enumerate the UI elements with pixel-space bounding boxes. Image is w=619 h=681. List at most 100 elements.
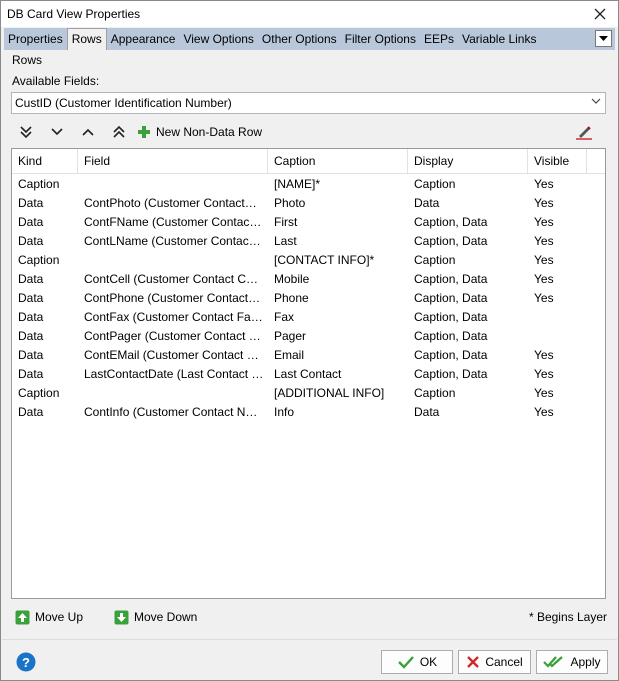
row-field: ContInfo (Customer Contact N… (84, 405, 258, 419)
tab-bar: Properties Rows Appearance View Options … (4, 28, 615, 50)
table-row[interactable]: Data ContPager (Customer Contact … Pager Ca… (12, 327, 605, 346)
row-display: Caption, Data (414, 329, 488, 343)
column-header-display[interactable]: Display (408, 149, 528, 174)
column-header-visible[interactable]: Visible (528, 149, 587, 174)
row-display: Caption, Data (414, 272, 488, 286)
row-field: ContPhone (Customer Contact… (84, 291, 261, 305)
row-display: Caption, Data (414, 348, 488, 362)
row-kind: Data (18, 405, 44, 419)
table-row[interactable]: Data ContEMail (Customer Contact … Email Ca… (12, 346, 605, 365)
row-field: ContEMail (Customer Contact … (84, 348, 259, 362)
row-kind: Caption (18, 386, 60, 400)
tab-appearance[interactable]: Appearance (107, 28, 180, 50)
row-display: Caption, Data (414, 291, 488, 305)
new-non-data-row-button[interactable]: New Non-Data Row (137, 122, 262, 142)
edit-pen-icon[interactable] (573, 122, 595, 142)
row-visible: Yes (534, 196, 554, 210)
column-header-kind[interactable]: Kind (12, 149, 78, 174)
rows-grid[interactable]: Kind Field Caption Display Visible Capti… (11, 148, 606, 599)
dialog-window: DB Card View Properties Properties Rows … (0, 0, 619, 681)
check-icon (397, 656, 414, 669)
row-visible (528, 308, 588, 327)
move-down-button[interactable]: Move Down (114, 608, 197, 626)
move-down-icon[interactable] (46, 122, 68, 142)
window-title: DB Card View Properties (7, 7, 141, 21)
row-kind: Data (18, 196, 44, 210)
plus-icon (138, 126, 150, 138)
help-icon[interactable]: ? (16, 652, 36, 672)
move-up-icon[interactable] (77, 122, 99, 142)
move-up-button[interactable]: Move Up (15, 608, 83, 626)
apply-button[interactable]: Apply (536, 650, 608, 674)
move-to-top-icon[interactable] (108, 122, 130, 142)
row-visible: Yes (534, 253, 554, 267)
grid-body: Caption [NAME]* Caption Yes Data ContPhoto (C… (12, 175, 605, 422)
tab-properties[interactable]: Properties (4, 28, 67, 50)
row-kind: Data (18, 310, 44, 324)
ok-button[interactable]: OK (381, 650, 453, 674)
tab-overflow-dropdown[interactable] (595, 30, 612, 47)
row-field: LastContactDate (Last Contact … (84, 367, 264, 381)
row-visible: Yes (534, 348, 554, 362)
row-caption: Info (274, 405, 295, 419)
tab-filter-options[interactable]: Filter Options (341, 28, 420, 50)
close-icon[interactable] (588, 3, 612, 25)
table-row[interactable]: Data ContFName (Customer Contac… First Capt… (12, 213, 605, 232)
new-non-data-row-label: New Non-Data Row (156, 125, 263, 139)
row-kind: Data (18, 329, 44, 343)
tab-rows[interactable]: Rows (66, 28, 107, 50)
tab-other-options[interactable]: Other Options (258, 28, 341, 50)
row-display: Caption, Data (414, 215, 488, 229)
bottom-actions: Move Up Move Down * Begins Layer (15, 608, 607, 628)
tab-eeps[interactable]: EEPs (420, 28, 458, 50)
row-field: ContFName (Customer Contac… (84, 215, 262, 229)
grid-header: Kind Field Caption Display Visible (12, 149, 605, 174)
row-visible: Yes (534, 386, 554, 400)
row-field (78, 175, 268, 194)
row-kind: Data (18, 272, 44, 286)
move-up-label: Move Up (35, 610, 84, 624)
column-header-caption[interactable]: Caption (268, 149, 408, 174)
table-row[interactable]: Data ContPhone (Customer Contact… Phone Cap… (12, 289, 605, 308)
row-visible (528, 327, 588, 346)
tab-view-options[interactable]: View Options (179, 28, 257, 50)
row-kind: Data (18, 291, 44, 305)
row-kind: Data (18, 215, 44, 229)
row-caption: Last (274, 234, 297, 248)
table-row[interactable]: Caption [CONTACT INFO]* Caption Yes (12, 251, 605, 270)
tab-variable-links[interactable]: Variable Links (458, 28, 540, 50)
row-field: ContPhoto (Customer Contact… (84, 196, 257, 210)
row-display: Caption (414, 386, 456, 400)
row-caption: Pager (274, 329, 307, 343)
table-row[interactable]: Data ContInfo (Customer Contact N… Info Dat… (12, 403, 605, 422)
available-fields-select[interactable]: CustID (Customer Identification Number) (11, 92, 606, 114)
row-kind: Caption (18, 253, 60, 267)
apply-label: Apply (570, 655, 601, 669)
cancel-button[interactable]: Cancel (458, 650, 531, 674)
row-display: Caption (414, 177, 456, 191)
row-field: ContCell (Customer Contact C… (84, 272, 259, 286)
table-row[interactable]: Data ContCell (Customer Contact C… Mobile C… (12, 270, 605, 289)
double-check-icon (543, 656, 564, 668)
row-visible: Yes (534, 291, 554, 305)
row-caption: Photo (274, 196, 306, 210)
row-display: Caption (414, 253, 456, 267)
table-row[interactable]: Caption [ADDITIONAL INFO] Caption Yes (12, 384, 605, 403)
table-row[interactable]: Caption [NAME]* Caption Yes (12, 175, 605, 194)
row-kind: Data (18, 348, 44, 362)
table-row[interactable]: Data ContPhoto (Customer Contact… Photo Dat… (12, 194, 605, 213)
move-down-label: Move Down (134, 610, 198, 624)
table-row[interactable]: Data ContLName (Customer Contac… Last Capti… (12, 232, 605, 251)
chevron-down-icon (599, 36, 608, 41)
row-visible: Yes (534, 405, 554, 419)
row-display: Data (414, 405, 440, 419)
row-caption: Mobile (274, 272, 310, 286)
green-up-arrow-icon (15, 610, 30, 624)
rows-group-label: Rows (12, 53, 43, 67)
row-caption: Email (274, 348, 305, 362)
move-to-bottom-icon[interactable] (15, 122, 37, 142)
table-row[interactable]: Data LastContactDate (Last Contact … Last … (12, 365, 605, 384)
column-header-field[interactable]: Field (78, 149, 268, 174)
row-field (78, 251, 268, 270)
table-row[interactable]: Data ContFax (Customer Contact Fa… Fax Capt… (12, 308, 605, 327)
